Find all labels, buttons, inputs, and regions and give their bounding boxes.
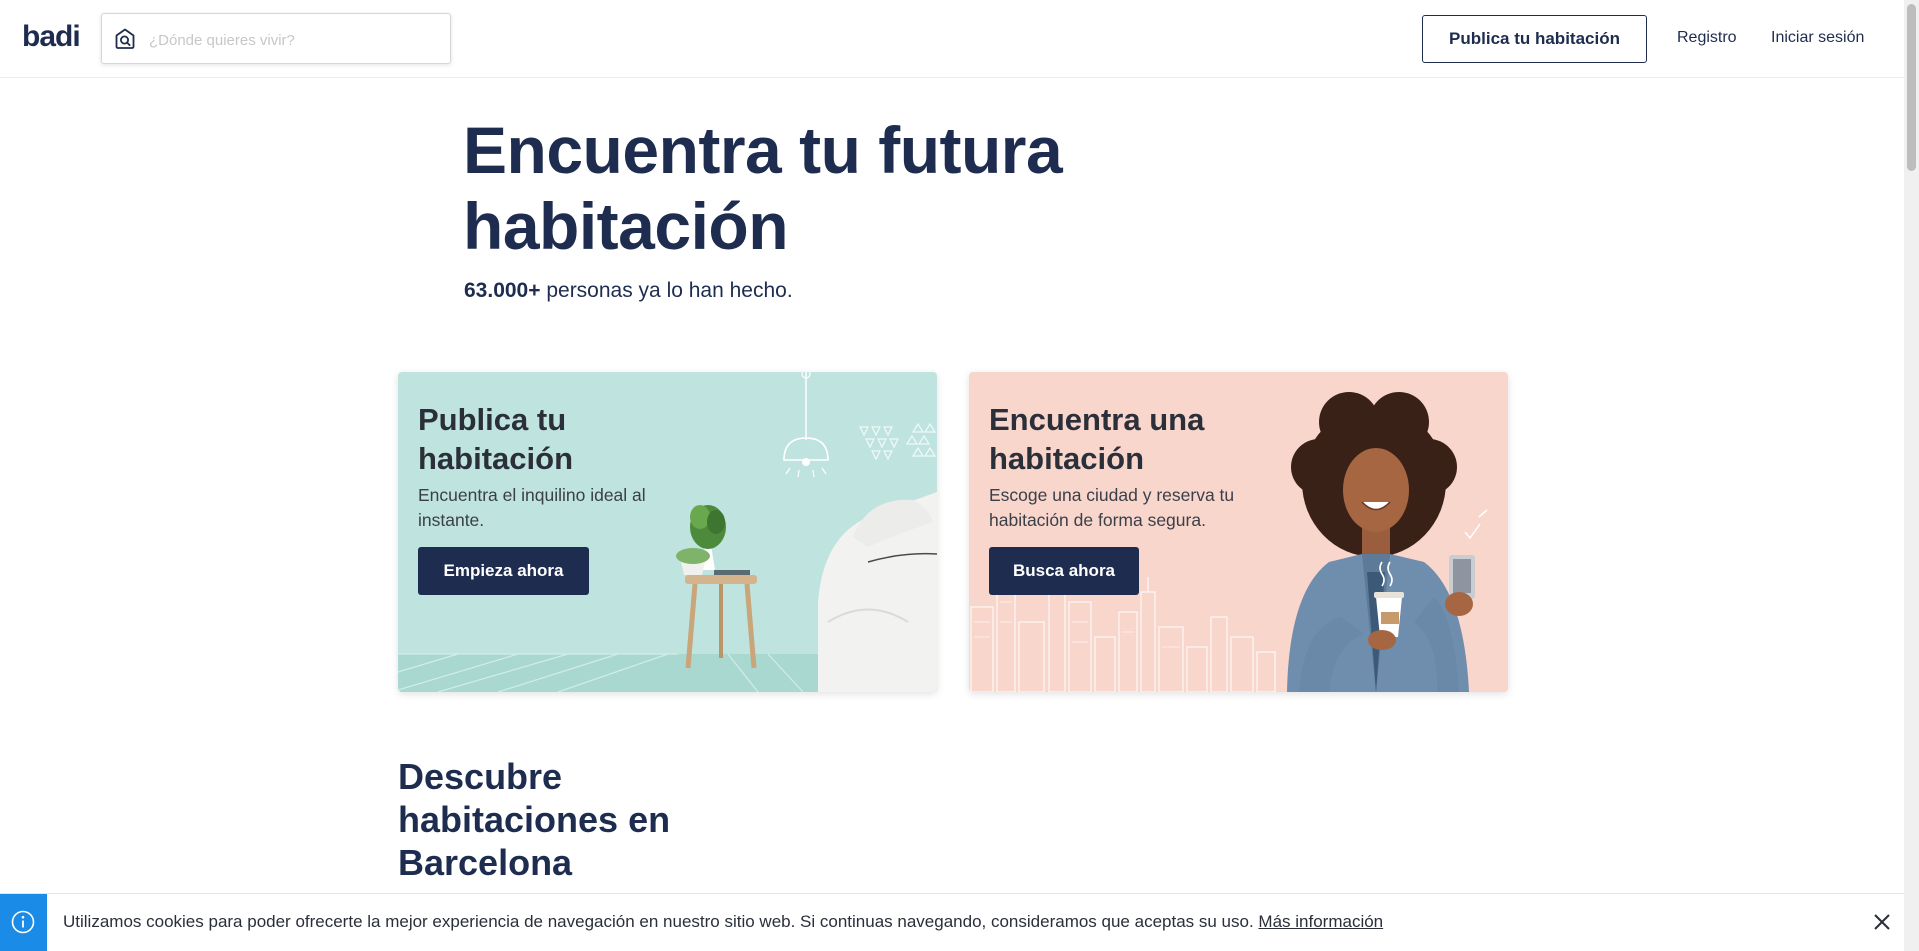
login-link[interactable]: Iniciar sesión [1771,29,1864,47]
publish-card-description: Encuentra el inquilino ideal al instante… [418,485,646,530]
page-scrollbar[interactable] [1904,0,1919,951]
top-navigation-bar: badi Publica tu habitación Registro Inic… [0,0,1904,78]
find-card-description: Escoge una ciudad y reserva tu habitació… [989,485,1235,530]
publish-card-title: Publica tu habitación [418,402,574,476]
badi-logo[interactable]: badi [22,20,81,54]
find-card-title: Encuentra una habitación [989,402,1205,476]
hero-subtitle: 63.000+ personas ya lo han hecho. [464,279,793,303]
cookie-banner: Utilizamos cookies para poder ofrecerte … [0,893,1904,951]
more-info-link[interactable]: Más información [1258,912,1383,931]
search-home-icon [115,28,135,49]
publish-room-card: Publica tu habitación Encuentra el inqui… [398,372,937,692]
publish-room-button[interactable]: Publica tu habitación [1422,15,1647,63]
cookie-message: Utilizamos cookies para poder ofrecerte … [63,912,1383,932]
discover-section-title: Descubre habitaciones en Barcelona [398,756,671,883]
search-input[interactable] [147,24,441,56]
info-icon [11,910,35,934]
scrollbar-thumb[interactable] [1907,4,1916,171]
find-room-card: Encuentra una habitación Escoge una ciud… [969,372,1508,692]
search-now-button[interactable]: Busca ahora [989,547,1139,595]
close-icon[interactable] [1870,910,1894,934]
cookie-message-text: Utilizamos cookies para poder ofrecerte … [63,912,1259,931]
cookie-info-badge [0,894,47,951]
hero-title: Encuentra tu futura habitación [463,113,1063,263]
search-box[interactable] [101,13,451,64]
hero-count: 63.000+ [464,279,541,302]
register-link[interactable]: Registro [1677,29,1737,47]
start-now-button[interactable]: Empieza ahora [418,547,589,595]
hero-subtitle-text: personas ya lo han hecho. [540,279,793,302]
